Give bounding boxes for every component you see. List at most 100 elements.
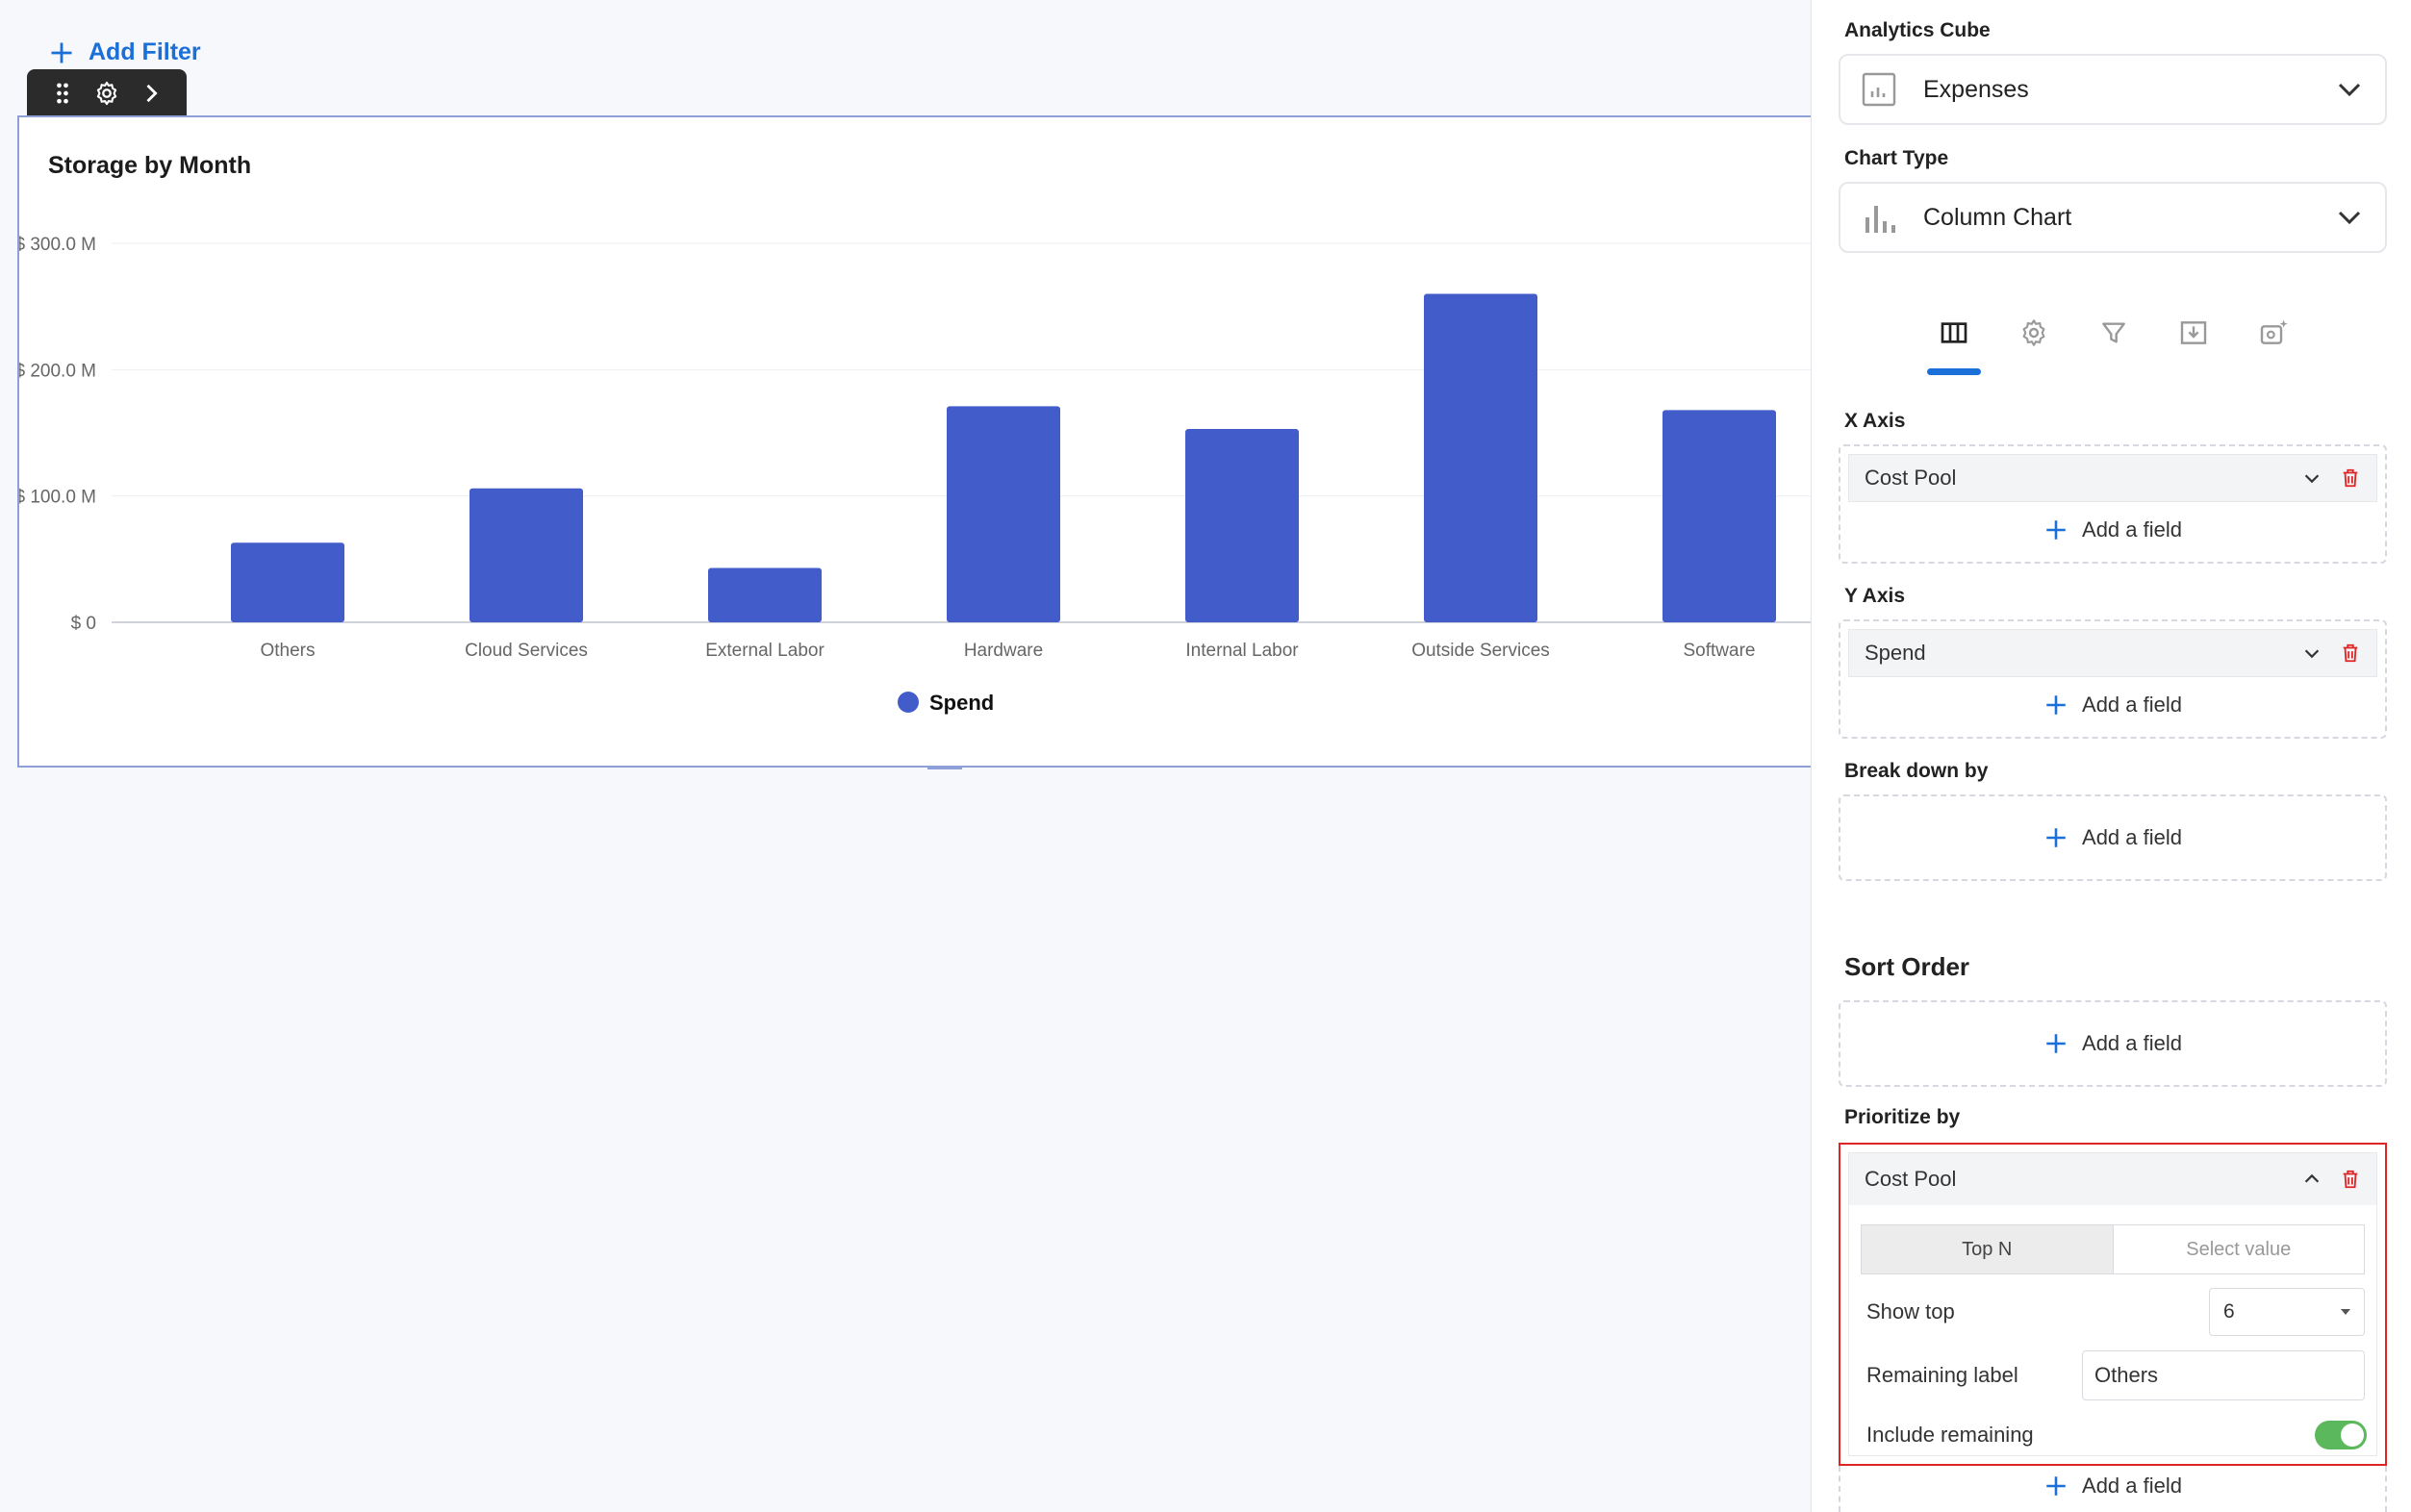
x-axis-label: X Axis [1844,410,1906,432]
trash-icon[interactable] [2340,1169,2361,1190]
show-top-value: 6 [2223,1300,2235,1323]
download-icon [2180,321,2207,344]
chart-type-value: Column Chart [1923,203,2072,231]
x-tick-label: Hardware [964,641,1043,661]
legend-label: Spend [929,691,994,715]
gear-icon [2022,319,2045,346]
add-field-label: Add a field [2082,693,2182,717]
analytics-cube-value: Expenses [1923,75,2029,103]
break-down-label: Break down by [1844,760,1989,782]
x-tick-label: External Labor [705,641,825,661]
sort-order-add-field-button[interactable]: Add a field [1840,1031,2385,1056]
chart-card[interactable]: Storage by Month $ 0 $ 100.0 M $ 200.0 M $ … [17,115,1815,768]
filter-icon [2102,322,2125,343]
chart-type-select[interactable]: Column Chart [1839,182,2387,253]
show-top-label: Show top [1866,1299,1955,1323]
x-axis-field-label: Cost Pool [1865,466,1957,490]
add-filter-button[interactable]: Add Filter [48,38,201,66]
include-remaining-label: Include remaining [1866,1423,2034,1447]
add-field-label: Add a field [2082,1031,2182,1055]
include-remaining-toggle[interactable] [2315,1421,2367,1449]
resize-handle[interactable] [927,766,962,769]
image-sparkle-icon [2260,319,2288,344]
tab-export[interactable] [2167,317,2221,375]
chevron-up-icon[interactable] [2301,1169,2322,1190]
add-field-label: Add a field [2082,825,2182,849]
sort-order-dropzone: Add a field [1839,1000,2387,1087]
y-tick-label: $ 100.0 M [19,488,96,508]
y-axis-field[interactable]: Spend [1848,629,2377,677]
tab-ai-style[interactable] [2246,317,2300,375]
tab-settings[interactable] [2007,317,2061,375]
tab-columns[interactable] [1927,317,1981,375]
y-axis-dropzone: Spend Add a field [1839,619,2387,739]
chevron-right-icon[interactable] [135,77,167,110]
caret-down-icon [2341,1309,2350,1315]
plus-icon [2046,520,2066,540]
trash-icon[interactable] [2340,643,2361,664]
trash-icon[interactable] [2340,467,2361,489]
chevron-down-icon[interactable] [2301,643,2322,664]
column-chart: $ 0 $ 100.0 M $ 200.0 M $ 300.0 M Others Clou… [19,235,1815,715]
y-tick-label: $ 300.0 M [19,235,96,255]
remaining-label-label: Remaining label [1866,1363,2018,1387]
prioritize-field-label: Cost Pool [1865,1167,1957,1191]
x-tick-label: Internal Labor [1185,641,1299,661]
settings-tabs [1812,317,2411,375]
x-tick-label: Cloud Services [465,641,588,661]
columns-icon [1941,322,1967,343]
x-axis-dropzone: Cost Pool Add a field [1839,444,2387,564]
bar [1424,293,1537,622]
tab-filter[interactable] [2087,317,2141,375]
chevron-down-icon [2338,83,2361,97]
add-field-label: Add a field [2082,517,2182,542]
prioritize-field-card: Cost Pool Top N Select value Show top 6 … [1848,1152,2377,1456]
prioritize-field-header[interactable]: Cost Pool [1849,1153,2376,1205]
cube-chart-icon [1862,72,1896,107]
plus-icon [2046,1476,2066,1496]
plus-icon [2046,1034,2066,1053]
bar [231,542,344,622]
remaining-label-input[interactable] [2082,1350,2365,1400]
analytics-cube-label: Analytics Cube [1844,19,1991,41]
break-down-dropzone: Add a field [1839,794,2387,881]
prioritize-label: Prioritize by [1844,1106,1961,1128]
analytics-cube-select[interactable]: Expenses [1839,54,2387,125]
y-axis-field-label: Spend [1865,641,1926,665]
bar [708,567,822,622]
y-axis-label: Y Axis [1844,585,1906,607]
chart-settings-panel: Analytics Cube Expenses Chart Type Colum… [1811,0,2411,1512]
toggle-knob [2341,1424,2364,1447]
plus-icon [2046,828,2066,847]
bar [947,406,1060,622]
chevron-down-icon[interactable] [2301,467,2322,489]
seg-top-n[interactable]: Top N [1862,1225,2114,1273]
drag-handle-icon[interactable] [46,77,79,110]
y-axis-add-field-button[interactable]: Add a field [1840,693,2385,718]
break-down-add-field-button[interactable]: Add a field [1840,825,2385,850]
x-tick-label: Outside Services [1411,641,1550,661]
x-axis-field[interactable]: Cost Pool [1848,454,2377,502]
y-tick-label: $ 200.0 M [19,361,96,381]
bar [1185,429,1299,622]
bar [1662,410,1776,622]
x-tick-label: Others [260,641,315,661]
bar [470,488,583,622]
prioritize-mode-toggle: Top N Select value [1861,1224,2365,1274]
sort-order-label: Sort Order [1844,952,1970,981]
prioritize-box: Cost Pool Top N Select value Show top 6 … [1839,1143,2387,1466]
show-top-select[interactable]: 6 [2209,1288,2365,1336]
widget-toolbar [27,69,187,117]
plus-icon [2046,695,2066,715]
chevron-down-icon [2338,211,2361,225]
seg-select-value[interactable]: Select value [2113,1225,2364,1273]
x-tick-label: Software [1684,641,1756,661]
column-chart-icon [1862,200,1896,235]
prioritize-add-field-button[interactable]: Add a field [1840,1474,2385,1499]
y-tick-label: $ 0 [71,614,96,634]
add-field-label: Add a field [2082,1474,2182,1498]
x-axis-add-field-button[interactable]: Add a field [1840,517,2385,542]
gear-icon[interactable] [90,77,123,110]
prioritize-dropzone: Add a field [1839,1466,2387,1512]
legend-swatch [898,692,919,713]
